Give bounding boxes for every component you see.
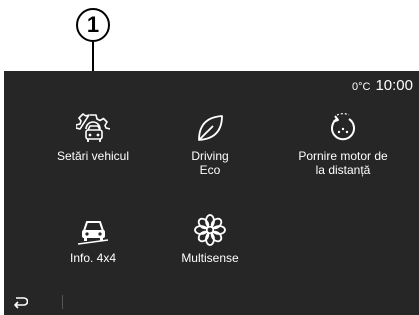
clock: 10:00 — [375, 77, 413, 94]
bottom-bar-divider — [62, 295, 63, 309]
tile-label: Driving Eco — [191, 149, 229, 177]
tile-multisense[interactable]: Multisense — [160, 213, 260, 265]
page: 1 0°C 10:00 Setări vehicul Driving Eco P… — [0, 0, 419, 315]
callout-number: 1 — [76, 8, 110, 42]
outside-temperature: 0°C — [351, 81, 371, 93]
infotainment-screen: 0°C 10:00 Setări vehicul Driving Eco Por… — [4, 71, 419, 315]
multisense-flower-icon — [194, 214, 226, 246]
tile-label: Multisense — [181, 251, 239, 265]
tile-label: Info. 4x4 — [69, 251, 117, 265]
tile-label: Setări vehicul — [56, 149, 130, 163]
tile-remote-engine-start[interactable]: Pornire motor de la distanță — [282, 111, 404, 177]
remote-start-icon — [331, 113, 355, 141]
offroad-vehicle-icon — [77, 221, 109, 245]
vehicle-settings-icon — [76, 113, 110, 142]
tile-label: Pornire motor de la distanță — [298, 149, 388, 177]
tile-driving-eco[interactable]: Driving Eco — [160, 111, 260, 177]
status-bar: 0°C 10:00 — [352, 77, 413, 97]
tile-info-4x4[interactable]: Info. 4x4 — [40, 213, 146, 265]
tile-vehicle-settings[interactable]: Setări vehicul — [40, 111, 146, 163]
back-arrow-icon[interactable] — [12, 295, 28, 309]
leaf-icon — [198, 115, 223, 141]
